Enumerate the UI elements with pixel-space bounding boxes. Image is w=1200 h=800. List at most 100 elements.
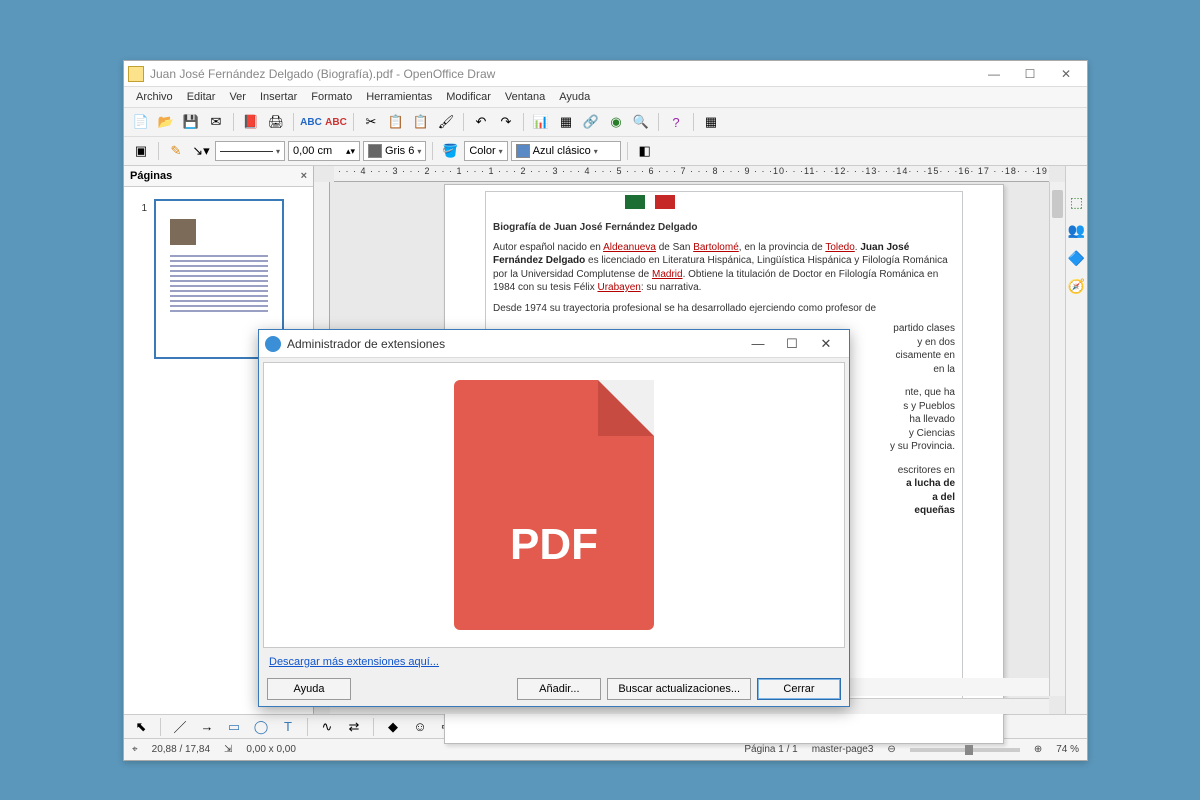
zoom-value: 74 % <box>1056 744 1079 755</box>
symbolshapes-icon[interactable]: ☺ <box>409 716 431 738</box>
table-icon[interactable]: ▦ <box>555 111 577 133</box>
fill-color-combo[interactable]: Azul clásico ▾ <box>511 141 621 161</box>
menu-herramientas[interactable]: Herramientas <box>360 89 438 105</box>
copy-icon[interactable]: 📋 <box>385 111 407 133</box>
doc-heading: Biografía de Juan José Fernández Delgado <box>493 221 955 235</box>
menu-formato[interactable]: Formato <box>305 89 358 105</box>
menu-ayuda[interactable]: Ayuda <box>553 89 596 105</box>
menu-editar[interactable]: Editar <box>181 89 222 105</box>
curve-icon[interactable]: ∿ <box>316 716 338 738</box>
line-width-value: 0,00 cm <box>293 145 332 157</box>
line-width-combo[interactable]: 0,00 cm ▴▾ <box>288 141 360 161</box>
mail-icon[interactable]: ✉ <box>205 111 227 133</box>
close-panel-icon[interactable]: × <box>301 170 307 182</box>
minimize-button[interactable]: — <box>977 64 1011 84</box>
scroll-thumb[interactable] <box>1052 190 1063 218</box>
dialog-minimize-button[interactable]: — <box>741 333 775 355</box>
menu-archivo[interactable]: Archivo <box>130 89 179 105</box>
shadow-icon[interactable]: ◧ <box>634 140 656 162</box>
chart-icon[interactable]: 📊 <box>530 111 552 133</box>
zoom-in-icon[interactable]: ⊕ <box>1034 744 1042 755</box>
toolbar-standard: 📄 📂 💾 ✉ 📕 🖨 ABC ABC ✂ 📋 📋 🖌 ↶ ↷ 📊 ▦ 🔗 ◉ … <box>124 107 1087 136</box>
line-style-combo[interactable]: ▾ <box>215 141 285 161</box>
menu-ver[interactable]: Ver <box>223 89 252 105</box>
highlight-icon[interactable]: ✎ <box>165 140 187 162</box>
redo-icon[interactable]: ↷ <box>495 111 517 133</box>
pdf-export-icon[interactable]: 📕 <box>240 111 262 133</box>
grid-icon[interactable]: ▦ <box>700 111 722 133</box>
separator <box>463 113 464 131</box>
pdf-label: PDF <box>454 520 654 570</box>
dialog-icon <box>265 336 281 352</box>
separator <box>158 142 159 160</box>
status-pos-icon: ⌖ <box>132 744 138 755</box>
cut-icon[interactable]: ✂ <box>360 111 382 133</box>
dialog-close-button[interactable]: ✕ <box>809 333 843 355</box>
close-button[interactable]: ✕ <box>1049 64 1083 84</box>
separator <box>693 113 694 131</box>
line-color-combo[interactable]: Gris 6 ▾ <box>363 141 426 161</box>
fill-swatch-icon <box>516 144 530 158</box>
menu-insertar[interactable]: Insertar <box>254 89 303 105</box>
menu-modificar[interactable]: Modificar <box>440 89 497 105</box>
status-size: 0,00 x 0,00 <box>246 744 295 755</box>
vertical-scrollbar[interactable] <box>1049 182 1065 696</box>
separator <box>353 113 354 131</box>
connector-icon[interactable]: ⇄ <box>343 716 365 738</box>
dialog-buttons: Ayuda Añadir... Buscar actualizaciones..… <box>259 672 849 706</box>
ellipse-icon[interactable]: ◯ <box>250 716 272 738</box>
compass-icon[interactable]: 🧭 <box>1068 278 1086 296</box>
basicshapes-icon[interactable]: ◆ <box>382 716 404 738</box>
doc-paragraph-2: Desde 1974 su trayectoria profesional se… <box>493 302 955 316</box>
new-icon[interactable]: 📄 <box>130 111 152 133</box>
select-icon[interactable]: ⬉ <box>130 716 152 738</box>
add-button[interactable]: Añadir... <box>517 678 601 700</box>
gallery-icon[interactable]: ⬚ <box>1068 194 1086 212</box>
save-icon[interactable]: 💾 <box>180 111 202 133</box>
fill-type-combo[interactable]: Color ▾ <box>464 141 507 161</box>
thumb-text-lines <box>170 255 268 315</box>
text-icon[interactable]: T <box>277 716 299 738</box>
separator <box>233 113 234 131</box>
brush-icon[interactable]: 🖌 <box>435 111 457 133</box>
menu-ventana[interactable]: Ventana <box>499 89 551 105</box>
help-button[interactable]: Ayuda <box>267 678 351 700</box>
close-dialog-button[interactable]: Cerrar <box>757 678 841 700</box>
print-icon[interactable]: 🖨 <box>265 111 287 133</box>
status-page: Página 1 / 1 <box>744 744 797 755</box>
check-updates-button[interactable]: Buscar actualizaciones... <box>607 678 751 700</box>
undo-icon[interactable]: ↶ <box>470 111 492 133</box>
line-icon[interactable]: ／ <box>169 716 191 738</box>
arrowline-icon[interactable]: → <box>196 716 218 738</box>
bucket-icon[interactable]: 🪣 <box>439 140 461 162</box>
maximize-button[interactable]: ☐ <box>1013 64 1047 84</box>
styles-icon[interactable]: 👥 <box>1068 222 1086 240</box>
color-swatch-icon <box>368 144 382 158</box>
window-title: Juan José Fernández Delgado (Biografía).… <box>150 67 977 81</box>
right-toolbar: ⬚ 👥 🔷 🧭 <box>1065 166 1087 714</box>
document-icon <box>128 66 144 82</box>
arrow-dd-icon[interactable]: ↘▾ <box>190 140 212 162</box>
hyperlink-icon[interactable]: 🔗 <box>580 111 602 133</box>
zoom-slider[interactable] <box>910 748 1020 752</box>
spellcheck-on-icon[interactable]: ABC <box>300 111 322 133</box>
spellcheck-icon[interactable]: ABC <box>325 111 347 133</box>
window-controls: — ☐ ✕ <box>977 64 1083 84</box>
dialog-body: PDF <box>263 362 845 648</box>
window-tile-icon[interactable]: ▣ <box>130 140 152 162</box>
help-icon[interactable]: ? <box>665 111 687 133</box>
open-icon[interactable]: 📂 <box>155 111 177 133</box>
download-extensions-link[interactable]: Descargar más extensiones aquí... <box>259 652 849 672</box>
separator <box>658 113 659 131</box>
rect-icon[interactable]: ▭ <box>223 716 245 738</box>
zoom-icon[interactable]: 🔍 <box>630 111 652 133</box>
status-master: master-page3 <box>812 744 874 755</box>
dialog-maximize-button[interactable]: ☐ <box>775 333 809 355</box>
paste-icon[interactable]: 📋 <box>410 111 432 133</box>
zoom-out-icon[interactable]: ⊖ <box>887 744 895 755</box>
navigator-icon[interactable]: ◉ <box>605 111 627 133</box>
header-image <box>625 195 675 209</box>
navigator2-icon[interactable]: 🔷 <box>1068 250 1086 268</box>
pdf-file-icon: PDF <box>454 380 654 630</box>
status-size-icon: ⇲ <box>224 744 232 755</box>
